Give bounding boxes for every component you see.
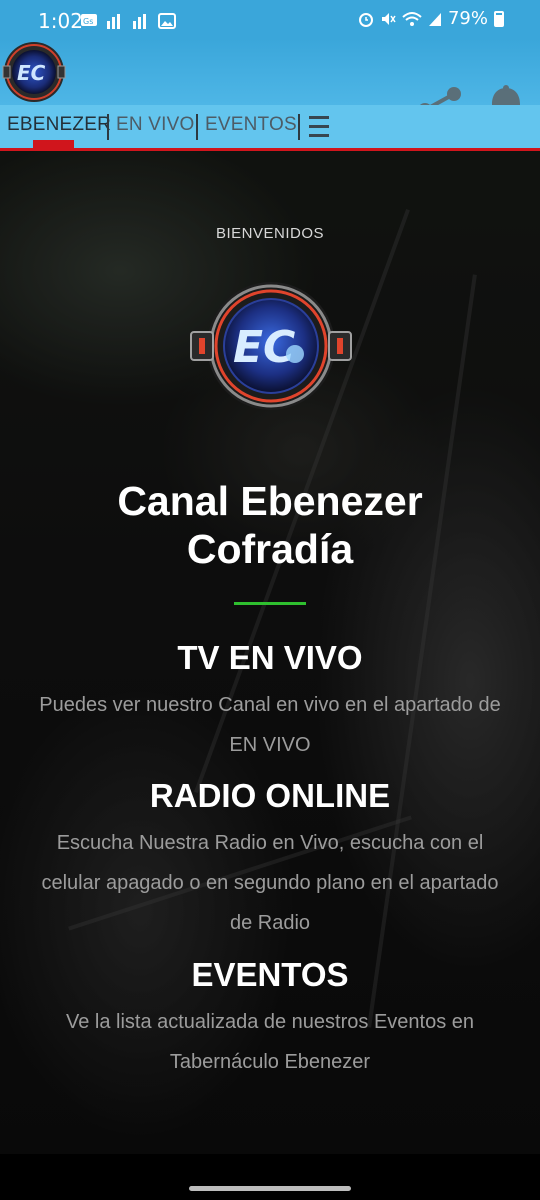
section-title-tv: TV EN VIVO [177,639,363,676]
title-underline [234,602,306,605]
channel-title-line1: Canal Ebenezer [117,478,423,524]
tab-bar: EBENEZER EN VIVO EVENTOS [0,105,540,151]
chat-notification-icon: Gs [81,14,97,26]
battery-icon [494,10,504,27]
section-title-eventos: EVENTOS [191,956,349,993]
tab-divider [107,114,109,140]
channel-title-line2: Cofradía [186,526,354,572]
tab-eventos[interactable]: EVENTOS [205,114,297,136]
section-title-radio: RADIO ONLINE [149,777,391,814]
status-time: 1:02 [38,9,83,33]
battery-percent: 79% [447,8,488,29]
svg-text:Gs: Gs [83,17,93,26]
system-navigation-bar [0,1154,540,1200]
mute-icon [381,12,396,25]
gallery-icon [158,13,176,29]
svg-text:EC: EC [233,322,295,373]
ebenezer-logo-icon[interactable]: EC [1,39,67,105]
section-text-tv: Puedes ver nuestro Canal en vivo en el a… [39,694,501,756]
hero-section: BIENVENIDOS EC Canal Ebenezer Cofradía T… [0,151,540,1154]
system-icons: 79% [358,8,504,29]
tab-divider [196,114,198,140]
svg-text:EC: EC [17,61,46,85]
welcome-text: BIENVENIDOS [215,225,325,242]
ebenezer-logo-icon: EC [190,282,352,410]
tab-divider [298,114,300,140]
signal-bars-icon-2 [133,14,146,29]
alarm-icon [358,12,373,27]
active-tab-indicator [33,140,74,148]
app-bar: EC [0,38,540,133]
wifi-icon [402,11,422,26]
section-text-radio: Escucha Nuestra Radio en Vivo, escucha c… [41,832,499,934]
menu-icon[interactable] [309,116,329,138]
home-gesture-handle[interactable] [189,1186,351,1191]
status-bar: 1:02 Gs 79% [0,0,540,38]
section-text-eventos: Ve la lista actualizada de nuestros Even… [65,1011,475,1073]
tab-en-vivo[interactable]: EN VIVO [116,114,194,136]
signal-bars-icon [107,14,120,29]
notification-icons: Gs [80,13,176,29]
channel-title: Canal Ebenezer Cofradía [0,477,540,573]
tab-ebenezer[interactable]: EBENEZER [7,114,111,136]
cell-signal-icon [428,12,441,26]
